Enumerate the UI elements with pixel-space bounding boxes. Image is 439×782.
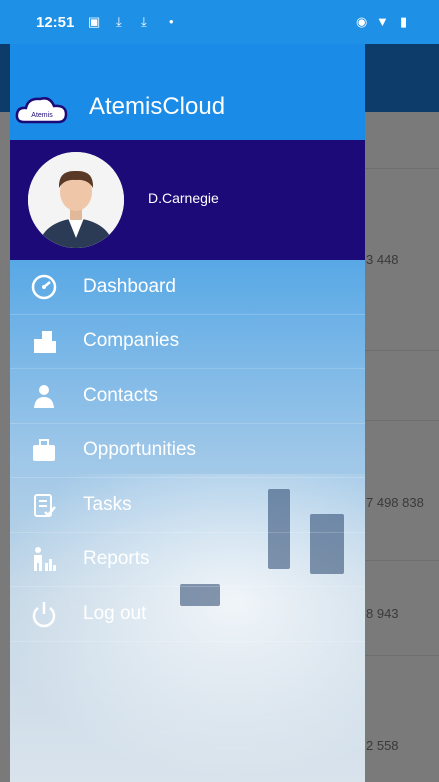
menu-label: Dashboard <box>83 275 176 297</box>
image-notification-icon: ▣ <box>88 14 101 29</box>
background-value: 3 448 <box>366 252 399 267</box>
background-value: 2 558 <box>366 738 399 753</box>
background-divider <box>364 560 439 561</box>
power-icon <box>28 598 60 630</box>
avatar[interactable] <box>28 152 124 248</box>
menu-item-contacts[interactable]: Contacts <box>10 369 365 424</box>
menu-item-companies[interactable]: Companies <box>10 315 365 369</box>
username: D.Carnegie <box>148 190 219 206</box>
eye-icon: ◉ <box>356 14 368 29</box>
menu-item-reports[interactable]: Reports <box>10 533 365 587</box>
background-value: 7 498 838 <box>366 495 424 510</box>
battery-icon: ▮ <box>400 14 408 29</box>
menu-item-dashboard[interactable]: Dashboard <box>10 260 365 315</box>
tasks-icon <box>28 489 60 521</box>
companies-icon <box>28 325 60 357</box>
atemis-cloud-logo: Atemis <box>15 97 68 124</box>
download-done-icon: ⤓ <box>141 14 147 29</box>
contacts-icon <box>28 380 60 412</box>
status-bar: 12:51 ▣ ⤓ ⤓ • ◉ ▼ ▮ <box>0 0 439 44</box>
drawer-header: Atemis AtemisCloud <box>10 44 365 140</box>
reports-icon <box>28 543 60 575</box>
background-value: 8 943 <box>366 606 399 621</box>
dot-icon: • <box>169 14 174 29</box>
logo-text: Atemis <box>31 112 53 119</box>
menu-label: Contacts <box>83 384 158 406</box>
menu-label: Log out <box>83 602 147 624</box>
dashboard-icon <box>28 271 60 303</box>
wifi-icon: ▼ <box>376 14 389 29</box>
menu-item-opportunities[interactable]: Opportunities <box>10 424 365 478</box>
background-divider <box>364 420 439 421</box>
menu-label: Reports <box>83 548 150 570</box>
status-time: 12:51 <box>36 14 75 31</box>
menu-label: Tasks <box>83 493 132 515</box>
menu-label: Companies <box>83 330 180 352</box>
drawer-menu: Dashboard Companies Contacts Opportuniti… <box>10 260 365 642</box>
background-divider <box>364 655 439 656</box>
menu-item-logout[interactable]: Log out <box>10 587 365 642</box>
background-divider <box>364 350 439 351</box>
app-title: AtemisCloud <box>89 93 226 120</box>
user-profile-header[interactable]: D.Carnegie <box>10 140 365 260</box>
navigation-drawer: Atemis AtemisCloud D.Carnegie Dashboard <box>10 44 365 782</box>
user-photo <box>28 152 124 248</box>
briefcase-icon <box>28 434 60 466</box>
menu-item-tasks[interactable]: Tasks <box>10 478 365 533</box>
background-divider <box>364 168 439 169</box>
download-done-icon: ⤓ <box>116 14 122 29</box>
menu-label: Opportunities <box>83 439 197 461</box>
